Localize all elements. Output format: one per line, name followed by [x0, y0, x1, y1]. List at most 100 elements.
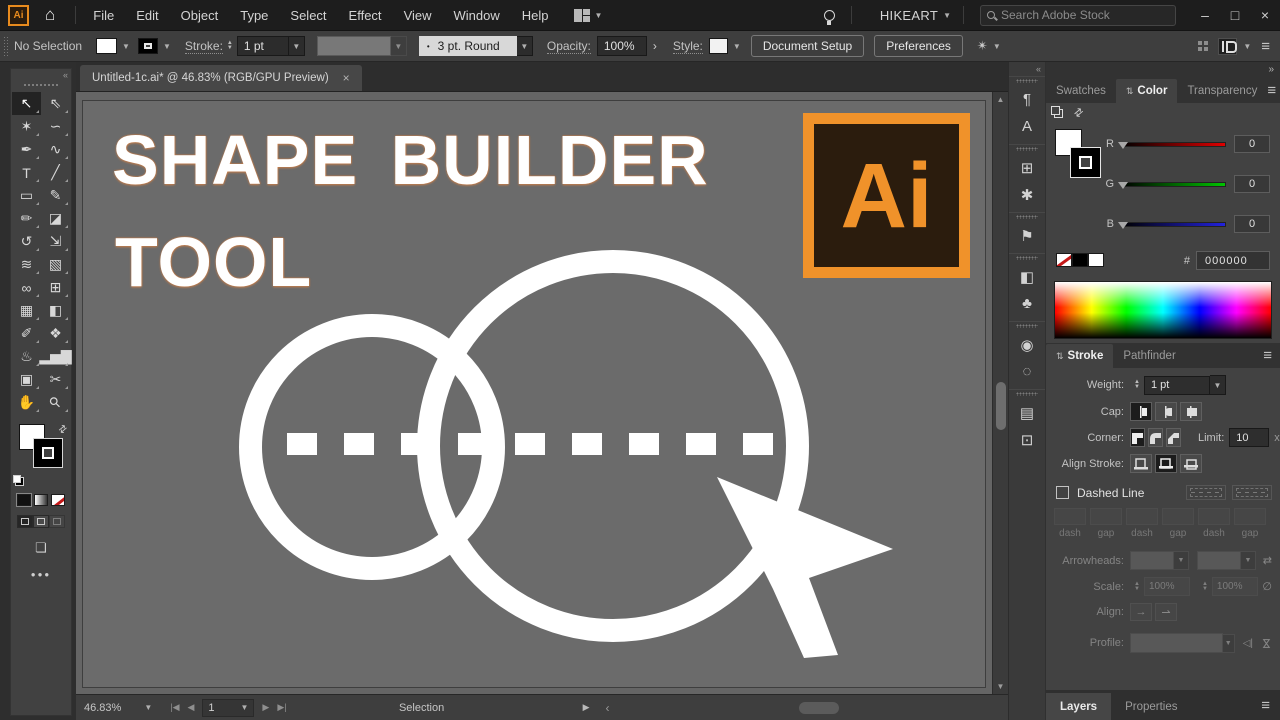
blue-slider[interactable] — [1122, 222, 1226, 227]
stroke-weight-dropdown[interactable]: ▼ — [289, 36, 305, 56]
black-swatch[interactable] — [1072, 253, 1088, 267]
toolbar-grip[interactable] — [23, 83, 59, 88]
tool-magic-wand[interactable]: ✶ — [12, 115, 41, 138]
dashed-line-checkbox[interactable] — [1056, 486, 1069, 499]
link-scales-icon[interactable]: ∅ — [1262, 580, 1272, 593]
minimize-button[interactable]: – — [1190, 0, 1220, 30]
stroke-proxy-swatch[interactable] — [1070, 147, 1101, 178]
tool-eraser[interactable]: ◪ — [41, 207, 70, 230]
limit-value-input[interactable]: 10 — [1229, 428, 1269, 447]
arrowhead-end-dropdown[interactable] — [1197, 551, 1241, 570]
default-fill-stroke-icon[interactable] — [15, 477, 24, 486]
vertical-scrollbar[interactable]: ▲ ▼ — [992, 92, 1008, 694]
chevron-down-icon[interactable]: ▼ — [122, 42, 130, 51]
red-value-input[interactable]: 0 — [1234, 135, 1270, 153]
stroke-weight-stepper[interactable]: ▲▼ — [227, 41, 233, 51]
stroke-color-swatch[interactable] — [138, 38, 158, 54]
arrange-documents-icon[interactable] — [1198, 41, 1208, 51]
swap-fill-stroke-icon[interactable]: ⇄ — [1071, 105, 1086, 121]
lightbulb-icon[interactable] — [824, 10, 835, 21]
chevron-down-icon[interactable]: ▼ — [733, 42, 741, 51]
menu-type[interactable]: Type — [229, 8, 279, 23]
cap-projecting-button[interactable] — [1180, 402, 1202, 421]
weight-dropdown[interactable]: ▼ — [1210, 375, 1226, 395]
corner-miter-button[interactable] — [1130, 428, 1145, 447]
fill-color-swatch[interactable] — [96, 38, 117, 54]
tab-properties[interactable]: Properties — [1111, 693, 1191, 720]
scroll-up-icon[interactable]: ▲ — [997, 95, 1005, 104]
menu-window[interactable]: Window — [443, 8, 511, 23]
chevron-down-icon[interactable]: ▼ — [1241, 551, 1256, 570]
chevron-down-icon[interactable]: ▼ — [943, 11, 951, 20]
close-button[interactable]: × — [1250, 0, 1280, 30]
opacity-label[interactable]: Opacity: — [547, 39, 591, 54]
corner-bevel-button[interactable] — [1166, 428, 1181, 447]
previous-artboard-button[interactable]: ◀ — [188, 702, 195, 713]
scroll-left-icon[interactable]: ‹ — [606, 701, 610, 715]
tool-hand[interactable]: ✋ — [12, 391, 41, 414]
align-stroke-center-button[interactable] — [1155, 454, 1177, 473]
width-profile-dropdown[interactable] — [1130, 633, 1223, 653]
none-swatch[interactable] — [1056, 253, 1072, 267]
tool-pencil[interactable]: ✏ — [12, 207, 41, 230]
artboards-panel-icon[interactable]: ⊡ — [1009, 426, 1045, 453]
stroke-weight-label[interactable]: Stroke: — [185, 39, 223, 54]
document-setup-button[interactable]: Document Setup — [751, 35, 864, 57]
panel-group-grip[interactable] — [1016, 215, 1038, 219]
tool-rotate[interactable]: ↺ — [12, 230, 41, 253]
menu-effect[interactable]: Effect — [338, 8, 393, 23]
panel-group-grip[interactable] — [1016, 147, 1038, 151]
tab-pathfinder[interactable]: Pathfinder — [1113, 344, 1185, 368]
align-stroke-outside-button[interactable] — [1180, 454, 1202, 473]
style-label[interactable]: Style: — [673, 39, 703, 54]
collapse-toolbar-icon[interactable]: « — [11, 69, 71, 82]
menu-view[interactable]: View — [393, 8, 443, 23]
menu-help[interactable]: Help — [511, 8, 560, 23]
tool-selection[interactable]: ↖ — [12, 92, 41, 115]
status-menu-arrow-icon[interactable]: ▶ — [583, 702, 590, 713]
transform-panel-icon[interactable]: ⊞ — [1009, 154, 1045, 181]
brush-definition-dropdown[interactable]: • 3 pt. Round — [419, 36, 517, 56]
opacity-expand-arrow[interactable]: › — [647, 36, 663, 56]
illustrator-app-icon[interactable]: Ai — [8, 5, 29, 26]
scale-start-stepper[interactable]: ▲▼ — [1134, 582, 1140, 592]
tool-lasso[interactable]: ∽ — [41, 115, 70, 138]
home-icon[interactable]: ⌂ — [45, 5, 55, 25]
draw-inside-button[interactable] — [49, 515, 65, 528]
swap-arrowheads-icon[interactable]: ⇄ — [1263, 554, 1272, 567]
tab-swatches[interactable]: Swatches — [1046, 79, 1116, 103]
horizontal-scrollbar[interactable] — [620, 701, 1002, 715]
swap-fill-stroke-icon[interactable]: ⇄ — [56, 423, 69, 437]
white-swatch[interactable] — [1088, 253, 1104, 267]
change-screen-mode-icon[interactable]: ❏ — [11, 540, 71, 556]
preserve-dashes-button[interactable] — [1186, 485, 1226, 500]
dash-input-1[interactable] — [1054, 508, 1086, 525]
chevron-down-icon[interactable]: ▼ — [993, 42, 1001, 51]
green-value-input[interactable]: 0 — [1234, 175, 1270, 193]
tool-line-segment[interactable]: ╱ — [41, 161, 70, 184]
workspace-switcher-icon[interactable] — [574, 9, 590, 22]
tab-transparency[interactable]: Transparency — [1177, 79, 1267, 103]
tool-pen[interactable]: ✒ — [12, 138, 41, 161]
tool-rectangle[interactable]: ▭ — [12, 184, 41, 207]
panel-group-grip[interactable] — [1016, 392, 1038, 396]
align-dashes-button[interactable] — [1232, 485, 1272, 500]
draw-normal-button[interactable] — [17, 515, 33, 528]
tool-curvature[interactable]: ∿ — [41, 138, 70, 161]
blue-value-input[interactable]: 0 — [1234, 215, 1270, 233]
none-mode-button[interactable] — [51, 494, 65, 506]
tool-free-transform[interactable]: ▧ — [41, 253, 70, 276]
tool-type[interactable]: T — [12, 161, 41, 184]
expand-dock-icon[interactable]: « — [1009, 62, 1045, 76]
arrowhead-start-dropdown[interactable] — [1130, 551, 1174, 570]
align-panel-icon[interactable]: ⚑ — [1009, 222, 1045, 249]
panel-group-grip[interactable] — [1016, 324, 1038, 328]
color-guide-panel-icon[interactable]: ◉ — [1009, 331, 1045, 358]
control-bar-menu-icon[interactable]: ≡ — [1261, 38, 1270, 55]
tab-layers[interactable]: Layers — [1046, 693, 1111, 720]
character-panel-icon[interactable]: A — [1009, 113, 1045, 140]
snap-options-icon[interactable]: ✴ — [977, 38, 988, 54]
cap-butt-button[interactable] — [1130, 402, 1152, 421]
chevron-down-icon[interactable]: ▼ — [1223, 634, 1235, 653]
libraries-panel-icon[interactable]: ▤ — [1009, 399, 1045, 426]
